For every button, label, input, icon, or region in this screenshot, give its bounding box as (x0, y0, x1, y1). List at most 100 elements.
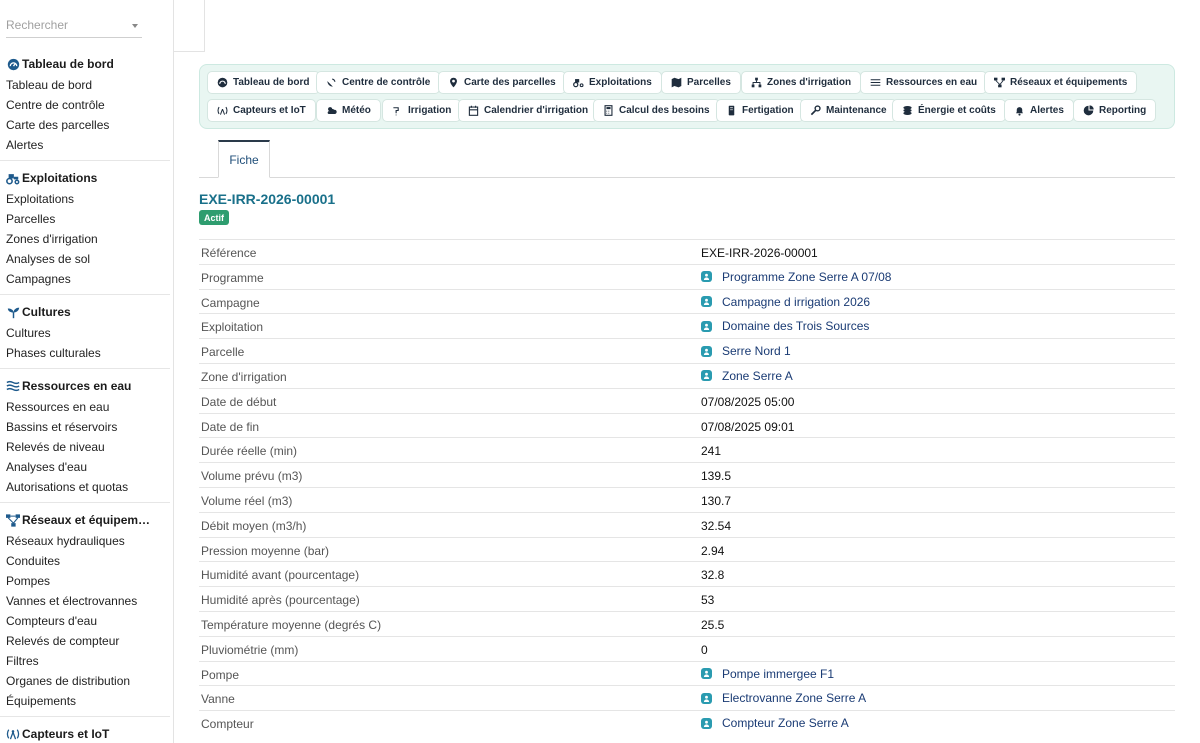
sidebar-item-releves-compteur[interactable]: Relevés de compteur (0, 631, 173, 651)
field-link[interactable]: Electrovanne Zone Serre A (701, 691, 866, 705)
record-link-icon (701, 668, 712, 680)
nav-group-header[interactable]: Exploitations (0, 167, 173, 189)
nav-group-header[interactable]: Réseaux et équipem… (0, 509, 173, 531)
sidebar-item-zones-irrigation[interactable]: Zones d'irrigation (0, 229, 173, 249)
field-value: 07/08/2025 05:00 (701, 394, 795, 409)
toolbar-button-tableau-de-bord[interactable]: Tableau de bord (207, 71, 320, 94)
search-input[interactable] (6, 14, 126, 36)
sidebar-item-ressources-en-eau[interactable]: Ressources en eau (0, 397, 173, 417)
field-value: 32.8 (701, 568, 725, 583)
field-label: Référence (201, 246, 257, 260)
toolbar-button-calendrier-irrigation[interactable]: Calendrier d'irrigation (458, 99, 599, 122)
field-link[interactable]: Programme Zone Serre A 07/08 (701, 270, 891, 284)
table-row: Volume réel (m3) 130.7 (199, 486, 1175, 512)
toolbar-button-capteurs-iot[interactable]: Capteurs et IoT (207, 99, 316, 122)
sidebar-item-parcelles[interactable]: Parcelles (0, 209, 173, 229)
sidebar-item-tableau-de-bord[interactable]: Tableau de bord (0, 75, 173, 95)
divider (0, 716, 170, 717)
field-link-text[interactable]: Campagne d irrigation 2026 (722, 295, 870, 309)
field-link-text[interactable]: Programme Zone Serre A 07/08 (722, 270, 891, 284)
record-link-icon (701, 320, 712, 332)
field-link[interactable]: Zone Serre A (701, 369, 793, 383)
field-link-text[interactable]: Electrovanne Zone Serre A (722, 691, 866, 705)
toolbar-button-label: Centre de contrôle (342, 77, 431, 88)
chart-pie-icon (1083, 105, 1094, 116)
toolbar-button-label: Capteurs et IoT (233, 105, 306, 116)
toolbar-button-reporting[interactable]: Reporting (1073, 99, 1157, 122)
chevron-down-icon[interactable] (132, 24, 138, 28)
sidebar-item-bassins-reservoirs[interactable]: Bassins et réservoirs (0, 417, 173, 437)
field-link[interactable]: Pompe immergee F1 (701, 667, 834, 681)
field-link-text[interactable]: Pompe immergee F1 (722, 667, 834, 681)
record-title: EXE-IRR-2026-00001 (199, 191, 336, 207)
toolbar-button-zones-irrigation[interactable]: Zones d'irrigation (741, 71, 862, 94)
field-link[interactable]: Campagne d irrigation 2026 (701, 295, 870, 309)
field-link-text[interactable]: Domaine des Trois Sources (722, 319, 869, 333)
toolbar-button-centre-de-controle[interactable]: Centre de contrôle (316, 71, 441, 94)
sidebar-item-conduites[interactable]: Conduites (0, 551, 173, 571)
tab-fiche[interactable]: Fiche (218, 140, 270, 178)
field-label: Compteur (201, 717, 254, 732)
field-link[interactable]: Serre Nord 1 (701, 344, 791, 358)
toolbar-button-meteo[interactable]: Météo (316, 99, 381, 122)
toolbar-button-reseaux-equipements[interactable]: Réseaux et équipements (984, 71, 1138, 94)
table-row: Date de début 07/08/2025 05:00 (199, 387, 1175, 413)
sidebar-item-cultures[interactable]: Cultures (0, 323, 173, 343)
search-box[interactable] (6, 14, 142, 38)
sidebar-item-phases-culturales[interactable]: Phases culturales (0, 343, 173, 363)
toolbar-button-ressources-en-eau[interactable]: Ressources en eau (860, 71, 988, 94)
toolbar-button-energie-couts[interactable]: Énergie et coûts (892, 99, 1006, 122)
network-icon (6, 513, 20, 527)
sidebar-item-releves-de-niveau[interactable]: Relevés de niveau (0, 437, 173, 457)
toolbar-button-fertigation[interactable]: Fertigation (716, 99, 804, 122)
toolbar-button-irrigation[interactable]: Irrigation (382, 99, 462, 122)
sidebar-item-alertes[interactable]: Alertes (0, 135, 173, 155)
table-row: Pluviométrie (mm) 0 (199, 635, 1175, 661)
field-label: Pompe (201, 667, 240, 682)
field-link[interactable]: Domaine des Trois Sources (701, 319, 869, 333)
sidebar-item-autorisations-quotas[interactable]: Autorisations et quotas (0, 477, 173, 497)
tab-bar: Fiche (199, 140, 1175, 178)
table-row: Référence EXE-IRR-2026-00001 (199, 239, 1175, 264)
sidebar-item-exploitations[interactable]: Exploitations (0, 189, 173, 209)
status-badge: Actif (199, 210, 229, 225)
toolbar-button-alertes[interactable]: Alertes (1004, 99, 1074, 122)
toolbar-button-calcul-besoins[interactable]: Calcul des besoins (593, 99, 720, 122)
sidebar-item-vannes[interactable]: Vannes et électrovannes (0, 591, 173, 611)
toolbar-button-exploitations[interactable]: Exploitations (563, 71, 662, 94)
field-label: Vanne (201, 692, 235, 707)
sidebar-item-organes-distribution[interactable]: Organes de distribution (0, 671, 173, 691)
sidebar-item-carte-des-parcelles[interactable]: Carte des parcelles (0, 115, 173, 135)
toolbar-button-maintenance[interactable]: Maintenance (800, 99, 897, 122)
nav-group-title: Cultures (22, 305, 71, 319)
field-link-text[interactable]: Compteur Zone Serre A (722, 716, 849, 730)
sidebar-item-pompes[interactable]: Pompes (0, 571, 173, 591)
table-row: Compteur Compteur Zone Serre A (199, 710, 1175, 735)
sidebar-item-equipements[interactable]: Équipements (0, 691, 173, 711)
field-link-text[interactable]: Zone Serre A (722, 369, 793, 383)
water-icon (870, 77, 881, 88)
sidebar-item-reseaux-hydrauliques[interactable]: Réseaux hydrauliques (0, 531, 173, 551)
sidebar-item-analyses-eau[interactable]: Analyses d'eau (0, 457, 173, 477)
toolbar-button-carte-des-parcelles[interactable]: Carte des parcelles (438, 71, 566, 94)
sidebar-item-filtres[interactable]: Filtres (0, 651, 173, 671)
sidebar-item-analyses-de-sol[interactable]: Analyses de sol (0, 249, 173, 269)
nav-group-header[interactable]: Ressources en eau (0, 375, 173, 397)
field-link-text[interactable]: Serre Nord 1 (722, 344, 791, 358)
sidebar-item-campagnes[interactable]: Campagnes (0, 269, 173, 289)
toolbar-button-parcelles[interactable]: Parcelles (661, 71, 741, 94)
nav-group-header[interactable]: Cultures (0, 301, 173, 323)
module-toolbar: Tableau de bord Centre de contrôle Carte… (199, 64, 1175, 129)
field-value: 07/08/2025 09:01 (701, 419, 795, 434)
nav-group-header[interactable]: Tableau de bord (0, 53, 173, 75)
table-row: Débit moyen (m3/h) 32.54 (199, 511, 1175, 537)
nav-group-header[interactable]: Capteurs et IoT (0, 723, 173, 743)
sidebar-item-centre-de-controle[interactable]: Centre de contrôle (0, 95, 173, 115)
antenna-icon (6, 727, 20, 741)
nav-group-cultures: Cultures Cultures Phases culturales (0, 294, 173, 363)
field-link[interactable]: Compteur Zone Serre A (701, 716, 849, 730)
nav-group-tableau-de-bord: Tableau de bord Tableau de bord Centre d… (0, 53, 173, 155)
field-label: Pluviométrie (mm) (201, 642, 299, 657)
sidebar-item-compteurs[interactable]: Compteurs d'eau (0, 611, 173, 631)
field-value: 139.5 (701, 469, 732, 484)
